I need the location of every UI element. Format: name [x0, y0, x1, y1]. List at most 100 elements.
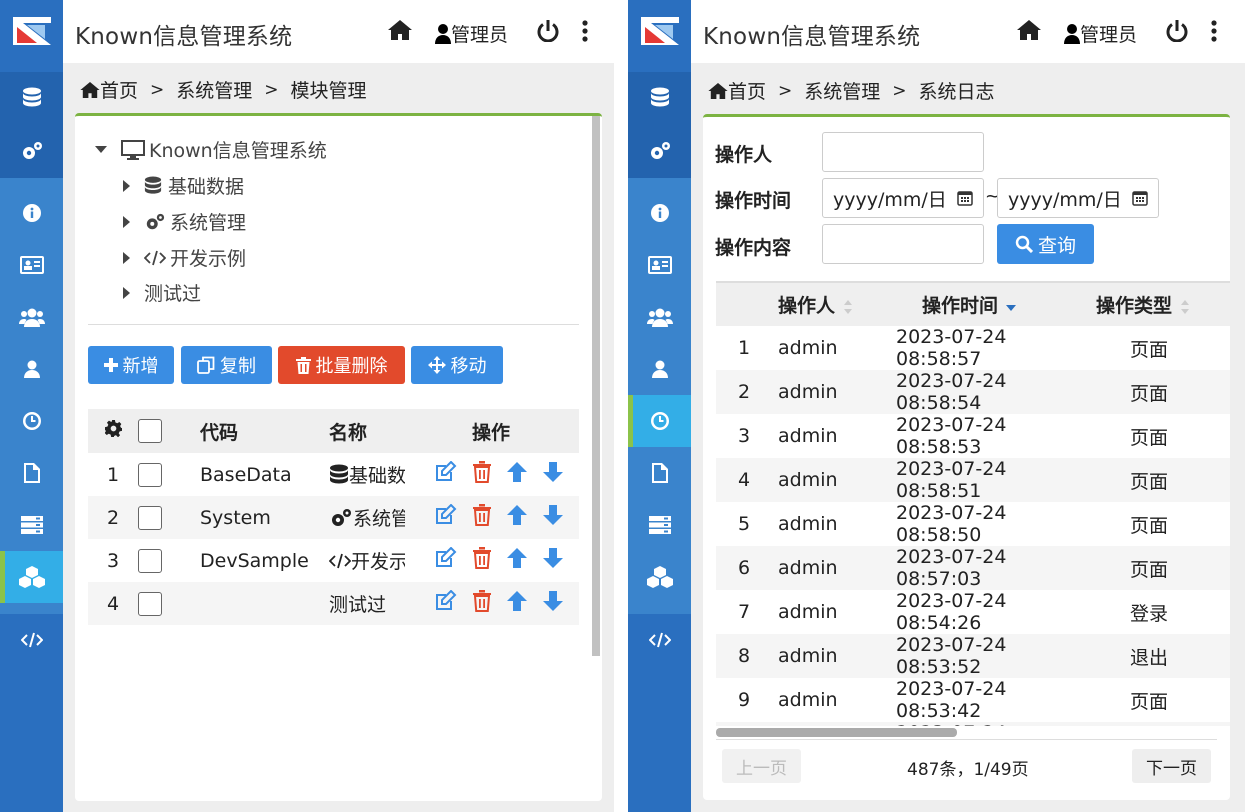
- user-icon[interactable]: [0, 343, 63, 395]
- table-row[interactable]: 8 admin 2023-07-24 08:53:52 退出: [716, 634, 1230, 678]
- operator-input[interactable]: [822, 132, 984, 172]
- content-input[interactable]: [822, 224, 984, 264]
- horizontal-scrollbar[interactable]: [716, 728, 957, 737]
- vertical-scrollbar[interactable]: [592, 116, 600, 656]
- move-button[interactable]: 移动: [411, 346, 503, 384]
- clock-icon[interactable]: [0, 395, 63, 447]
- calendar-icon[interactable]: [1132, 190, 1148, 206]
- next-page-button[interactable]: 下一页: [1132, 749, 1211, 783]
- move-up-icon[interactable]: [506, 504, 528, 531]
- database-icon[interactable]: [628, 72, 691, 124]
- table-row[interactable]: 1 BaseData 基础数: [88, 453, 579, 496]
- delete-icon[interactable]: [472, 504, 492, 531]
- tree-node-basedata[interactable]: 基础数据: [123, 172, 244, 199]
- table-row[interactable]: 2 admin 2023-07-24 08:58:54 页面: [716, 370, 1230, 414]
- tree-root[interactable]: Known信息管理系统: [95, 136, 327, 163]
- start-date-input[interactable]: yyyy/mm/日: [822, 178, 984, 218]
- delete-icon[interactable]: [472, 547, 492, 574]
- calendar-icon[interactable]: [957, 190, 973, 206]
- prev-page-button[interactable]: 上一页: [722, 749, 801, 783]
- file-icon[interactable]: [0, 447, 63, 499]
- copy-button[interactable]: 复制: [181, 346, 272, 384]
- delete-icon[interactable]: [472, 461, 492, 488]
- id-card-icon[interactable]: [628, 239, 691, 291]
- table-row[interactable]: 10admin2023-07-24 08:53:41页面: [716, 722, 1230, 726]
- end-date-input[interactable]: yyyy/mm/日: [997, 178, 1159, 218]
- col-operator[interactable]: 操作人: [772, 282, 892, 326]
- id-card-icon[interactable]: [0, 239, 63, 291]
- table-row[interactable]: 4 admin 2023-07-24 08:58:51 页面: [716, 458, 1230, 502]
- row-checkbox[interactable]: [138, 462, 162, 487]
- tree-node-test[interactable]: 测试过: [123, 279, 201, 306]
- move-up-icon[interactable]: [506, 547, 528, 574]
- user-menu[interactable]: 管理员: [1064, 20, 1137, 47]
- row-checkbox[interactable]: [138, 505, 162, 530]
- info-icon[interactable]: [628, 187, 691, 239]
- edit-icon[interactable]: [434, 460, 458, 488]
- power-icon[interactable]: [537, 20, 559, 46]
- move-down-icon[interactable]: [542, 547, 564, 574]
- caret-right-icon[interactable]: [123, 215, 130, 228]
- tree-node-system[interactable]: 系统管理: [123, 208, 246, 235]
- col-time[interactable]: 操作时间: [892, 282, 1076, 326]
- server-icon[interactable]: [0, 499, 63, 551]
- caret-right-icon[interactable]: [123, 286, 130, 299]
- code-icon[interactable]: [0, 614, 63, 666]
- users-icon[interactable]: [628, 291, 691, 343]
- user-menu[interactable]: 管理员: [435, 20, 508, 47]
- select-all-checkbox[interactable]: [138, 419, 162, 443]
- more-vertical-icon[interactable]: [582, 20, 588, 46]
- move-down-icon[interactable]: [542, 461, 564, 488]
- add-button[interactable]: 新增: [88, 346, 174, 384]
- power-icon[interactable]: [1166, 20, 1188, 46]
- table-row[interactable]: 3 DevSample 开发示: [88, 539, 579, 582]
- info-icon[interactable]: [0, 187, 63, 239]
- tree-node-devsample[interactable]: 开发示例: [123, 244, 246, 271]
- user-icon[interactable]: [628, 343, 691, 395]
- clock-icon[interactable]: [628, 395, 691, 447]
- move-down-icon[interactable]: [542, 590, 564, 617]
- table-row[interactable]: 4 测试过: [88, 582, 579, 625]
- batch-delete-button[interactable]: 批量删除: [278, 346, 405, 384]
- table-row[interactable]: 1 admin 2023-07-24 08:58:57 页面: [716, 326, 1230, 370]
- table-row[interactable]: 2 System 系统管: [88, 496, 579, 539]
- cubes-icon[interactable]: [0, 551, 63, 603]
- table-row[interactable]: 5 admin 2023-07-24 08:58:50 页面: [716, 502, 1230, 546]
- cogs-icon[interactable]: [628, 125, 691, 177]
- code-icon[interactable]: [628, 614, 691, 666]
- caret-down-icon[interactable]: [95, 146, 107, 153]
- move-up-icon[interactable]: [506, 461, 528, 488]
- move-up-icon[interactable]: [506, 590, 528, 617]
- caret-right-icon[interactable]: [123, 251, 130, 264]
- breadcrumb-home[interactable]: 首页: [728, 77, 766, 104]
- caret-right-icon[interactable]: [123, 179, 130, 192]
- cubes-icon[interactable]: [628, 551, 691, 603]
- cogs-icon[interactable]: [0, 125, 63, 177]
- delete-icon[interactable]: [472, 590, 492, 617]
- table-row[interactable]: 6 admin 2023-07-24 08:57:03 页面: [716, 546, 1230, 590]
- table-row[interactable]: 3 admin 2023-07-24 08:58:53 页面: [716, 414, 1230, 458]
- table-row[interactable]: 9 admin 2023-07-24 08:53:42 页面: [716, 678, 1230, 722]
- row-checkbox[interactable]: [138, 548, 162, 573]
- breadcrumb-system[interactable]: 系统管理: [176, 76, 252, 103]
- breadcrumb-home[interactable]: 首页: [100, 76, 138, 103]
- home-icon[interactable]: [1017, 20, 1041, 44]
- edit-icon[interactable]: [434, 546, 458, 574]
- users-icon[interactable]: [0, 291, 63, 343]
- edit-icon[interactable]: [434, 589, 458, 617]
- table-row[interactable]: 7 admin 2023-07-24 08:54:26 登录: [716, 590, 1230, 634]
- database-icon[interactable]: [0, 72, 63, 124]
- move-down-icon[interactable]: [542, 504, 564, 531]
- file-icon[interactable]: [628, 447, 691, 499]
- col-type[interactable]: 操作类型: [1076, 282, 1230, 326]
- row-checkbox[interactable]: [138, 591, 162, 616]
- server-icon[interactable]: [628, 499, 691, 551]
- breadcrumb-system[interactable]: 系统管理: [804, 77, 880, 104]
- home-icon[interactable]: [388, 20, 412, 44]
- search-icon: [1015, 235, 1033, 253]
- edit-icon[interactable]: [434, 503, 458, 531]
- column-settings[interactable]: [88, 409, 138, 453]
- search-button[interactable]: 查询: [997, 224, 1094, 264]
- module-name: 开发示: [351, 551, 405, 573]
- more-vertical-icon[interactable]: [1211, 20, 1217, 46]
